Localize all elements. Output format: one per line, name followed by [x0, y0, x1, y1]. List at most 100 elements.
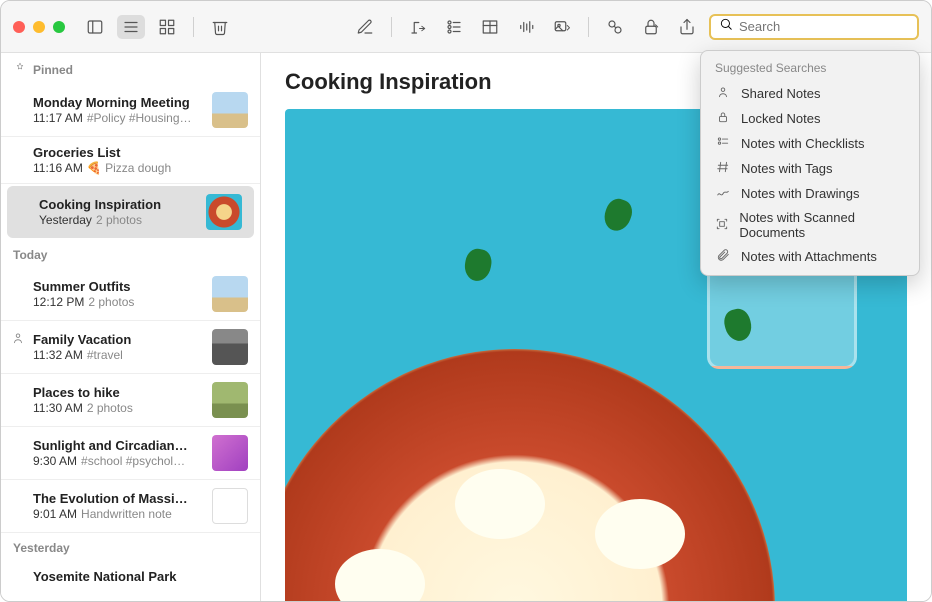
note-item-title: Family Vacation: [33, 332, 204, 347]
lock-button[interactable]: [637, 15, 665, 39]
note-thumbnail: [212, 329, 248, 365]
section-label: Yesterday: [13, 541, 70, 555]
grid-view-button[interactable]: [153, 15, 181, 39]
note-list-item[interactable]: Family Vacation11:32 AM#travel: [1, 321, 260, 374]
yesterday-section-header: Yesterday: [1, 533, 260, 561]
note-item-meta: [33, 585, 248, 599]
note-text: The Evolution of Massi…9:01 AMHandwritte…: [33, 491, 204, 521]
suggestion-label: Shared Notes: [741, 86, 821, 101]
format-button[interactable]: [404, 15, 432, 39]
attachment-icon: [715, 248, 731, 265]
note-item-title: Monday Morning Meeting: [33, 95, 204, 110]
note-list-item[interactable]: Monday Morning Meeting11:17 AM#Policy #H…: [1, 84, 260, 137]
note-list-item[interactable]: The Evolution of Massi…9:01 AMHandwritte…: [1, 480, 260, 533]
note-item-title: Sunlight and Circadian…: [33, 438, 204, 453]
new-note-button[interactable]: [351, 15, 379, 39]
suggestion-shared[interactable]: Shared Notes: [701, 81, 919, 106]
note-item-title: Yosemite National Park: [33, 569, 248, 584]
toolbar: [1, 1, 931, 53]
note-item-meta: 9:01 AMHandwritten note: [33, 507, 204, 521]
share-button[interactable]: [673, 15, 701, 39]
note-thumbnail: [206, 194, 242, 230]
note-item-title: Summer Outfits: [33, 279, 204, 294]
separator: [193, 17, 194, 37]
scan-icon: [715, 217, 729, 234]
note-item-meta: 9:30 AM#school #psychol…: [33, 454, 204, 468]
section-label: Today: [13, 248, 47, 262]
pinned-section-header: Pinned: [1, 53, 260, 84]
note-list-item[interactable]: Yosemite National Park: [1, 561, 260, 601]
note-list-item[interactable]: Groceries List11:16 AM🍕 Pizza dough: [1, 137, 260, 184]
suggestion-drawing[interactable]: Notes with Drawings: [701, 181, 919, 206]
maximize-button[interactable]: [53, 21, 65, 33]
note-text: Family Vacation11:32 AM#travel: [33, 332, 204, 362]
note-text: Sunlight and Circadian…9:30 AM#school #p…: [33, 438, 204, 468]
search-input[interactable]: [739, 19, 915, 34]
checklist-icon: [715, 135, 731, 152]
separator: [391, 17, 392, 37]
suggestion-tag[interactable]: Notes with Tags: [701, 156, 919, 181]
note-list-item[interactable]: Cooking InspirationYesterday2 photos: [7, 186, 254, 238]
suggestion-label: Locked Notes: [741, 111, 821, 126]
link-button[interactable]: [601, 15, 629, 39]
search-icon: [719, 17, 733, 36]
suggestion-scan[interactable]: Notes with Scanned Documents: [701, 206, 919, 244]
note-item-meta: 11:30 AM2 photos: [33, 401, 204, 415]
separator: [588, 17, 589, 37]
suggestion-label: Notes with Checklists: [741, 136, 865, 151]
note-item-meta: 11:16 AM🍕 Pizza dough: [33, 161, 248, 175]
toggle-sidebar-button[interactable]: [81, 15, 109, 39]
table-button[interactable]: [476, 15, 504, 39]
suggestion-lock[interactable]: Locked Notes: [701, 106, 919, 131]
note-item-title: Groceries List: [33, 145, 248, 160]
note-item-meta: 11:17 AM#Policy #Housing…: [33, 111, 204, 125]
suggestion-checklist[interactable]: Notes with Checklists: [701, 131, 919, 156]
note-list-item[interactable]: Sunlight and Circadian…9:30 AM#school #p…: [1, 427, 260, 480]
section-label: Pinned: [33, 63, 73, 77]
shared-icon: [715, 85, 731, 102]
note-item-meta: Yesterday2 photos: [39, 213, 198, 227]
note-text: Yosemite National Park: [33, 569, 248, 599]
note-item-meta: 12:12 PM2 photos: [33, 295, 204, 309]
note-text: Groceries List11:16 AM🍕 Pizza dough: [33, 145, 248, 175]
list-view-button[interactable]: [117, 15, 145, 39]
today-section-header: Today: [1, 240, 260, 268]
note-item-title: The Evolution of Massi…: [33, 491, 204, 506]
note-text: Cooking InspirationYesterday2 photos: [39, 197, 198, 227]
audio-button[interactable]: [512, 15, 540, 39]
suggestion-label: Notes with Attachments: [741, 249, 877, 264]
media-button[interactable]: [548, 15, 576, 39]
lock-icon: [715, 110, 731, 127]
note-list-item[interactable]: Summer Outfits12:12 PM2 photos: [1, 268, 260, 321]
suggestion-label: Notes with Drawings: [741, 186, 860, 201]
note-thumbnail: [212, 382, 248, 418]
tag-icon: [715, 160, 731, 177]
note-item-title: Places to hike: [33, 385, 204, 400]
note-thumbnail: [212, 92, 248, 128]
note-thumbnail: [212, 435, 248, 471]
suggested-searches-popover: Suggested Searches Shared Notes Locked No…: [700, 50, 920, 276]
note-list-item[interactable]: Places to hike11:30 AM2 photos: [1, 374, 260, 427]
pin-icon: [13, 61, 27, 78]
search-field[interactable]: [709, 14, 919, 40]
notes-window: Pinned Monday Morning Meeting11:17 AM#Po…: [0, 0, 932, 602]
window-controls: [13, 21, 65, 33]
notes-list[interactable]: Pinned Monday Morning Meeting11:17 AM#Po…: [1, 53, 261, 601]
minimize-button[interactable]: [33, 21, 45, 33]
suggestions-header: Suggested Searches: [701, 57, 919, 81]
shared-icon: [11, 331, 25, 350]
suggestion-label: Notes with Tags: [741, 161, 833, 176]
checklist-button[interactable]: [440, 15, 468, 39]
note-thumbnail: [212, 276, 248, 312]
drawing-icon: [715, 185, 731, 202]
suggestion-attachment[interactable]: Notes with Attachments: [701, 244, 919, 269]
note-text: Monday Morning Meeting11:17 AM#Policy #H…: [33, 95, 204, 125]
note-thumbnail: [212, 488, 248, 524]
note-item-meta: 11:32 AM#travel: [33, 348, 204, 362]
note-item-title: Cooking Inspiration: [39, 197, 198, 212]
note-text: Summer Outfits12:12 PM2 photos: [33, 279, 204, 309]
suggestion-label: Notes with Scanned Documents: [739, 210, 905, 240]
delete-button[interactable]: [206, 15, 234, 39]
close-button[interactable]: [13, 21, 25, 33]
note-text: Places to hike11:30 AM2 photos: [33, 385, 204, 415]
